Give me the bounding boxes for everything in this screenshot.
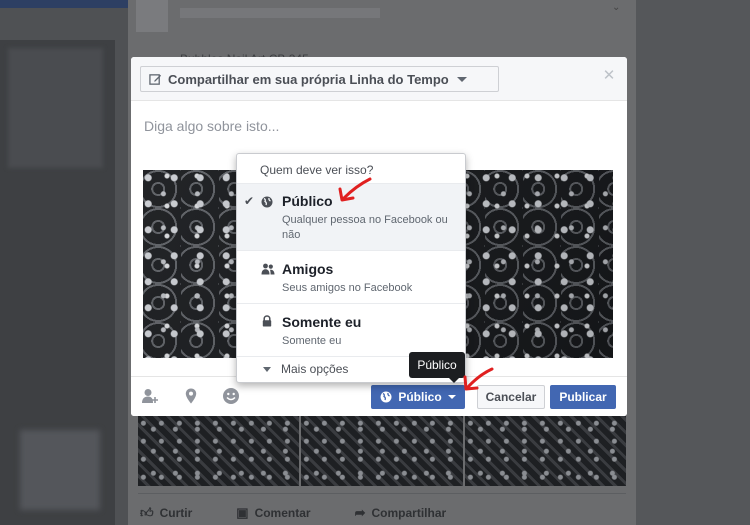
privacy-option-friends[interactable]: Amigos Seus amigos no Facebook — [237, 251, 465, 303]
privacy-option-description: Qualquer pessoa no Facebook ou não — [282, 214, 448, 241]
annotation-arrow-icon — [463, 367, 494, 391]
friends-icon — [261, 263, 275, 275]
share-arrow-icon: ➦ — [354, 504, 366, 520]
chevron-down-icon — [456, 76, 467, 82]
like-action[interactable]: 👍︎ Curtir — [140, 505, 192, 521]
location-icon[interactable] — [181, 386, 201, 406]
lock-icon — [262, 315, 272, 327]
globe-icon — [380, 391, 392, 403]
background-post-header — [180, 8, 380, 18]
chevron-down-icon — [263, 366, 271, 372]
comment-icon: ▣ — [236, 504, 249, 520]
share-action[interactable]: ➦ Compartilhar — [355, 505, 447, 521]
background-post-avatar — [136, 0, 168, 32]
share-target-label: Compartilhar em sua própria Linha do Tem… — [168, 71, 449, 87]
background-right-column — [636, 0, 750, 525]
chevron-down-icon — [447, 395, 456, 399]
thumbs-up-icon: 👍︎ — [140, 504, 154, 520]
privacy-option-description: Seus amigos no Facebook — [282, 282, 413, 294]
share-label: Compartilhar — [371, 505, 447, 520]
privacy-option-description: Somente eu — [282, 335, 342, 347]
more-options-label: Mais opções — [281, 362, 349, 376]
background-post-photos — [138, 416, 626, 486]
checkmark-icon: ✔ — [244, 194, 255, 208]
privacy-selector-button[interactable]: Público — [371, 385, 465, 409]
status-input[interactable] — [144, 115, 614, 137]
more-options[interactable]: Mais opções — [263, 362, 348, 376]
privacy-option-only-me[interactable]: Somente eu Somente eu — [237, 304, 465, 356]
background-photo — [301, 416, 463, 486]
privacy-tooltip: Público — [409, 352, 465, 383]
post-options-chevron-icon[interactable]: ⌄ — [612, 2, 626, 13]
publish-button[interactable]: Publicar — [550, 385, 616, 409]
comment-action[interactable]: ▣ Comentar — [236, 505, 310, 521]
annotation-arrow-icon — [338, 177, 372, 202]
background-post-actions: 👍︎ Curtir ▣ Comentar ➦ Compartilhar — [138, 500, 626, 525]
edit-pencil-icon — [149, 73, 162, 85]
like-label: Curtir — [159, 505, 193, 520]
background-photo — [464, 416, 626, 486]
background-left-card — [8, 48, 103, 168]
privacy-option-label: Público — [282, 193, 333, 209]
dialog-header: Compartilhar em sua própria Linha do Tem… — [131, 57, 627, 101]
background-photo — [138, 416, 300, 486]
close-icon[interactable]: ✕ — [602, 68, 616, 84]
privacy-button-label: Público — [398, 390, 442, 404]
background-left-card-2 — [20, 430, 100, 510]
feeling-icon[interactable] — [221, 386, 241, 406]
privacy-menu-title: Quem deve ver isso? — [260, 163, 374, 177]
privacy-option-label: Amigos — [282, 261, 334, 277]
globe-icon — [261, 196, 273, 208]
privacy-option-label: Somente eu — [282, 314, 362, 330]
comment-label: Comentar — [254, 505, 311, 520]
tag-friends-icon[interactable] — [140, 386, 160, 406]
background-divider — [138, 493, 626, 494]
share-target-dropdown[interactable]: Compartilhar em sua própria Linha do Tem… — [140, 66, 499, 92]
